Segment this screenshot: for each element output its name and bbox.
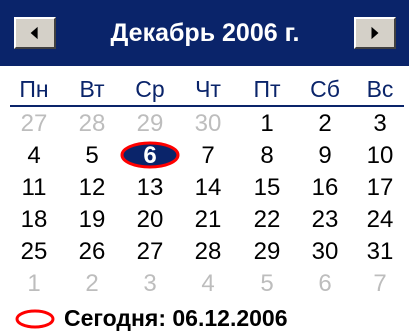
day-cell[interactable]: 5 [63,142,121,170]
day-cell[interactable]: 21 [179,206,237,234]
day-cell[interactable]: 4 [179,270,237,298]
day-cell[interactable]: 11 [5,174,63,202]
weekday-label: Ср [135,76,165,102]
day-cell[interactable]: 14 [179,174,237,202]
weekday-divider [10,105,404,107]
day-cell[interactable]: 18 [5,206,63,234]
day-cell[interactable]: 16 [296,174,354,202]
triangle-left-icon [30,26,38,40]
prev-month-button[interactable] [14,17,56,49]
today-marker-icon [15,309,55,329]
day-cell[interactable]: 7 [179,142,237,170]
day-cell[interactable]: 1 [238,110,296,138]
day-cell[interactable]: 4 [5,142,63,170]
day-cell[interactable]: 30 [296,238,354,266]
day-cell[interactable]: 2 [296,110,354,138]
day-cell[interactable]: 25 [5,238,63,266]
calendar-header: Декабрь 2006 г. [0,0,409,66]
weekday-header-row: Пн Вт Ср Чт Пт Сб Вс [0,76,409,102]
day-cell[interactable]: 29 [121,110,179,138]
day-cell[interactable]: 29 [238,238,296,266]
day-cell[interactable]: 22 [238,206,296,234]
weekday-label: Пт [253,76,281,102]
day-cell[interactable]: 10 [351,142,409,170]
day-cell[interactable]: 8 [238,142,296,170]
day-cell[interactable]: 3 [351,110,409,138]
next-month-button[interactable] [354,17,396,49]
weekday-label: Вт [79,76,105,102]
weekday-label: Чт [195,76,221,102]
day-cell[interactable]: 12 [63,174,121,202]
day-cell[interactable]: 26 [63,238,121,266]
triangle-right-icon [371,26,379,40]
day-cell[interactable]: 3 [121,270,179,298]
day-cell[interactable]: 9 [296,142,354,170]
day-cell[interactable]: 7 [351,270,409,298]
day-cell[interactable]: 27 [121,238,179,266]
weekday-label: Сб [310,76,340,102]
day-cell[interactable]: 28 [63,110,121,138]
day-cell-selected[interactable]: 6 [121,142,179,170]
day-cell[interactable]: 19 [63,206,121,234]
day-cell[interactable]: 24 [351,206,409,234]
day-cell[interactable]: 28 [179,238,237,266]
day-cell[interactable]: 1 [5,270,63,298]
weekday-label: Вс [366,76,394,102]
month-year-title[interactable]: Декабрь 2006 г. [70,16,340,50]
day-cell[interactable]: 13 [121,174,179,202]
month-calendar: Декабрь 2006 г. Пн Вт Ср Чт Пт Сб Вс 27 28 29 30 1… [0,0,409,333]
day-cell[interactable]: 15 [238,174,296,202]
weekday-label: Пн [19,76,49,102]
today-link[interactable]: Сегодня: 06.12.2006 [64,304,288,333]
day-cell[interactable]: 17 [351,174,409,202]
day-cell[interactable]: 6 [296,270,354,298]
day-cell[interactable]: 23 [296,206,354,234]
day-cell[interactable]: 5 [238,270,296,298]
day-cell[interactable]: 20 [121,206,179,234]
today-footer: Сегодня: 06.12.2006 [0,304,409,333]
day-cell[interactable]: 2 [63,270,121,298]
day-cell[interactable]: 27 [5,110,63,138]
day-cell[interactable]: 31 [351,238,409,266]
day-cell[interactable]: 30 [179,110,237,138]
